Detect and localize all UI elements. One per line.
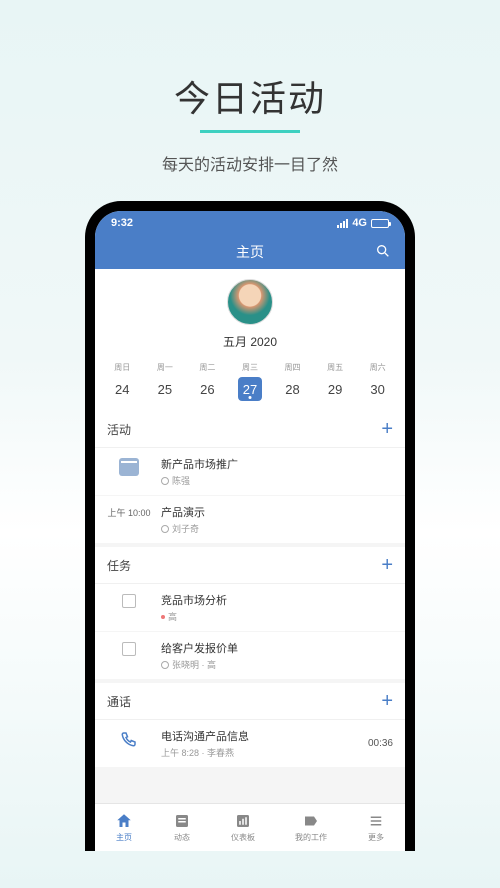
profile-section: 五月 2020 (95, 269, 405, 356)
calendar-day[interactable]: 周四28 (277, 362, 309, 401)
nav-dashboard[interactable]: 仪表板 (231, 812, 255, 843)
item-title: 新产品市场推广 (161, 456, 393, 472)
add-activity-button[interactable]: + (381, 419, 393, 439)
calendar-day[interactable]: 周一25 (149, 362, 181, 401)
calendar-day[interactable]: 周六30 (362, 362, 394, 401)
item-title: 竞品市场分析 (161, 592, 393, 608)
search-icon[interactable] (375, 243, 391, 262)
item-icon (107, 728, 151, 750)
nav-label: 更多 (368, 832, 384, 843)
calendar-day[interactable]: 周日24 (106, 362, 138, 401)
list-item[interactable]: 竞品市场分析 高 (95, 584, 405, 632)
calendar-row: 周日24 周一25 周二26 周三27 周四28 周五29 周六30 (95, 356, 405, 411)
item-meta: 上午 8:28 · 李春燕 (161, 746, 358, 759)
page-title: 主页 (236, 242, 264, 262)
nav-label: 我的工作 (295, 832, 327, 843)
add-call-button[interactable]: + (381, 691, 393, 711)
nav-mywork[interactable]: 我的工作 (295, 812, 327, 843)
section-calls: 通话 + 电话沟通产品信息 上午 8:28 · 李春燕 00:36 (95, 683, 405, 767)
status-network: 4G (352, 217, 367, 229)
battery-icon (371, 219, 389, 228)
app-header: 主页 (95, 235, 405, 269)
call-duration: 00:36 (368, 738, 393, 749)
list-item[interactable]: 上午 10:00 产品演示 刘子奇 (95, 496, 405, 543)
add-task-button[interactable]: + (381, 555, 393, 575)
nav-label: 动态 (174, 832, 190, 843)
section-title: 通话 (107, 693, 131, 710)
calendar-icon (119, 458, 139, 476)
priority-dot (161, 615, 165, 619)
section-title: 活动 (107, 421, 131, 438)
calendar-day-selected[interactable]: 周三27 (234, 362, 266, 401)
checkbox-icon (122, 642, 136, 656)
signal-icon (337, 219, 348, 228)
month-year: 五月 2020 (223, 333, 277, 350)
item-time: 上午 10:00 (107, 504, 151, 519)
hero-title: 今日活动 (174, 70, 326, 122)
section-header: 活动 + (95, 411, 405, 448)
person-icon (161, 477, 169, 485)
item-meta: 刘子奇 (161, 522, 393, 535)
section-header: 通话 + (95, 683, 405, 720)
phone-icon (120, 730, 138, 750)
calendar-day[interactable]: 周五29 (319, 362, 351, 401)
avatar[interactable] (227, 279, 273, 325)
list-item[interactable]: 新产品市场推广 陈强 (95, 448, 405, 496)
calendar-day[interactable]: 周二26 (191, 362, 223, 401)
section-header: 任务 + (95, 547, 405, 584)
section-tasks: 任务 + 竞品市场分析 高 给客户发报价单 张晓明 · 高 (95, 547, 405, 679)
nav-label: 主页 (116, 832, 132, 843)
item-title: 产品演示 (161, 504, 393, 520)
status-time: 9:32 (111, 217, 133, 229)
nav-label: 仪表板 (231, 832, 255, 843)
status-right: 4G (337, 217, 389, 229)
nav-home[interactable]: 主页 (115, 812, 133, 843)
item-title: 给客户发报价单 (161, 640, 393, 656)
item-checkbox[interactable] (107, 592, 151, 608)
item-title: 电话沟通产品信息 (161, 728, 358, 744)
item-meta: 高 (161, 610, 393, 623)
item-meta: 张晓明 · 高 (161, 658, 393, 671)
bottom-nav: 主页 动态 仪表板 我的工作 更多 (95, 803, 405, 851)
hero-underline (200, 130, 300, 133)
section-activities: 活动 + 新产品市场推广 陈强 上午 10:00 产品演示 刘子奇 (95, 411, 405, 543)
status-bar: 9:32 4G (95, 211, 405, 235)
content: 活动 + 新产品市场推广 陈强 上午 10:00 产品演示 刘子奇 任务 (95, 411, 405, 803)
nav-feed[interactable]: 动态 (173, 812, 191, 843)
item-icon (107, 456, 151, 476)
phone-frame: 9:32 4G 主页 五月 2020 周日24 周一25 周二26 周三27 周… (85, 201, 415, 851)
list-item[interactable]: 给客户发报价单 张晓明 · 高 (95, 632, 405, 679)
item-meta: 陈强 (161, 474, 393, 487)
person-icon (161, 525, 169, 533)
item-checkbox[interactable] (107, 640, 151, 656)
hero-subtitle: 每天的活动安排一目了然 (162, 151, 338, 175)
list-item[interactable]: 电话沟通产品信息 上午 8:28 · 李春燕 00:36 (95, 720, 405, 767)
checkbox-icon (122, 594, 136, 608)
section-title: 任务 (107, 557, 131, 574)
person-icon (161, 661, 169, 669)
nav-more[interactable]: 更多 (367, 812, 385, 843)
